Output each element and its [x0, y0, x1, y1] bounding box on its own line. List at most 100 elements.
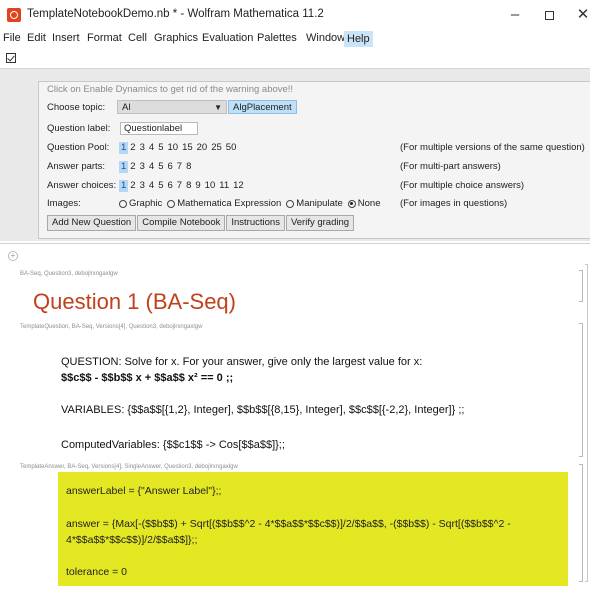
question-pool-options: 1 2 3 4 5 10 15 20 25 50: [119, 142, 238, 154]
checkbox-icon[interactable]: [6, 53, 16, 63]
maximize-button[interactable]: [534, 4, 564, 26]
radio-manipulate[interactable]: Manipulate: [286, 198, 343, 209]
parts-option[interactable]: 6: [165, 161, 174, 173]
menu-format[interactable]: Format: [87, 32, 122, 44]
topic-select[interactable]: Al ▼: [117, 100, 227, 114]
alg-placement-button[interactable]: AlgPlacement: [228, 100, 297, 114]
instructions-button[interactable]: Instructions: [226, 215, 285, 231]
group-bracket[interactable]: [585, 264, 588, 582]
choices-option[interactable]: 7: [175, 180, 184, 192]
answer-cell[interactable]: answerLabel = {"Answer Label"};; answer …: [58, 472, 568, 586]
answer-parts-label: Answer parts:: [47, 161, 106, 172]
choices-option[interactable]: 12: [231, 180, 246, 192]
answer-formula-line-1: answer = {Max[-($$b$$) + Sqrt[($$b$$^2 -…: [66, 518, 511, 530]
choices-option[interactable]: 5: [156, 180, 165, 192]
question-text: QUESTION: Solve for x. For your answer, …: [61, 356, 423, 368]
pool-option[interactable]: 5: [156, 142, 165, 154]
cell-bracket[interactable]: [579, 323, 583, 457]
menu-cell[interactable]: Cell: [128, 32, 147, 44]
parts-option[interactable]: 4: [147, 161, 156, 173]
radio-label: Manipulate: [296, 198, 343, 209]
topic-label: Choose topic:: [47, 102, 106, 113]
tolerance-line: tolerance = 0: [66, 566, 128, 578]
answer-choices-label: Answer choices:: [47, 180, 117, 191]
parts-option[interactable]: 3: [138, 161, 147, 173]
parts-hint: (For multi-part answers): [400, 161, 501, 172]
radio-icon: [167, 199, 176, 208]
window-title: TemplateNotebookDemo.nb * - Wolfram Math…: [27, 8, 324, 20]
choices-option[interactable]: 10: [203, 180, 218, 192]
pool-option[interactable]: 25: [209, 142, 224, 154]
answer-parts-options: 1 2 3 4 5 6 7 8: [119, 161, 193, 173]
parts-option[interactable]: 5: [156, 161, 165, 173]
mathematica-app-icon: [7, 8, 21, 22]
choices-option[interactable]: 9: [193, 180, 202, 192]
answer-formula-line-2: 4*$$a$$*$$c$$)]/2/$$a$$]};;: [66, 534, 198, 546]
radio-graphic[interactable]: Graphic: [119, 198, 162, 209]
radio-selected-icon: [347, 199, 356, 208]
question-label-label: Question label:: [47, 123, 111, 134]
pool-option[interactable]: 10: [165, 142, 180, 154]
parts-option[interactable]: 7: [175, 161, 184, 173]
images-hint: (For images in questions): [400, 198, 508, 209]
menu-bar: File Edit Insert Format Cell Graphics Ev…: [0, 30, 590, 48]
menu-palettes[interactable]: Palettes: [257, 32, 297, 44]
add-new-question-button[interactable]: Add New Question: [47, 215, 137, 231]
variables-line: VARIABLES: {$$a$$[{1,2}, Integer], $$b$$…: [61, 404, 465, 416]
notebook-divider: [0, 243, 590, 244]
minimize-button[interactable]: –: [500, 4, 530, 26]
radio-icon: [119, 199, 127, 208]
question-label-input[interactable]: Questionlabel: [120, 122, 198, 135]
radio-icon: [286, 199, 295, 208]
menu-evaluation[interactable]: Evaluation: [202, 32, 253, 44]
menu-help[interactable]: Help: [344, 31, 373, 47]
window-titlebar: TemplateNotebookDemo.nb * - Wolfram Math…: [0, 0, 590, 30]
pool-option[interactable]: 1: [119, 142, 129, 154]
parts-option[interactable]: 8: [184, 161, 193, 173]
choices-option[interactable]: 2: [128, 180, 137, 192]
radio-label: Mathematica Expression: [177, 198, 282, 209]
radio-none[interactable]: None: [347, 198, 381, 209]
verify-grading-button[interactable]: Verify grading: [285, 215, 355, 231]
parts-option[interactable]: 1: [119, 161, 129, 173]
pool-option[interactable]: 4: [147, 142, 156, 154]
choices-option[interactable]: 3: [138, 180, 147, 192]
chevron-down-icon: ▼: [214, 103, 222, 112]
dynamics-warning: Click on Enable Dynamics to get rid of t…: [47, 84, 294, 95]
cell-bracket[interactable]: [579, 464, 583, 582]
cell-tag-section: BA-Seq, Question3, debojlrxngaxlgw: [20, 271, 118, 277]
pool-option[interactable]: 20: [195, 142, 210, 154]
close-button[interactable]: ✕: [568, 4, 590, 26]
answer-label-line: answerLabel = {"Answer Label"};;: [66, 485, 222, 497]
computed-variables-line: ComputedVariables: {$$c1$$ -> Cos[$$a$$]…: [61, 439, 285, 451]
answer-choices-options: 1 2 3 4 5 6 7 8 9 10 11 12: [119, 180, 246, 192]
parts-option[interactable]: 2: [128, 161, 137, 173]
insert-cell-icon[interactable]: +: [8, 251, 18, 261]
pool-hint: (For multiple versions of the same quest…: [400, 142, 585, 153]
images-radio-group: Graphic Mathematica Expression Manipulat…: [119, 198, 381, 209]
choices-option[interactable]: 1: [119, 180, 129, 192]
control-panel: Click on Enable Dynamics to get rid of t…: [38, 81, 590, 239]
pool-option[interactable]: 15: [180, 142, 195, 154]
menu-window[interactable]: Window: [306, 32, 345, 44]
choices-option[interactable]: 11: [217, 180, 231, 192]
question-equation: $$c$$ - $$b$$ x + $$a$$ x² == 0 ;;: [61, 372, 234, 384]
choices-option[interactable]: 4: [147, 180, 156, 192]
question-pool-label: Question Pool:: [47, 142, 110, 153]
choices-hint: (For multiple choice answers): [400, 180, 525, 191]
pool-option[interactable]: 50: [224, 142, 239, 154]
menu-file[interactable]: File: [3, 32, 21, 44]
choices-option[interactable]: 8: [184, 180, 193, 192]
choices-option[interactable]: 6: [165, 180, 174, 192]
pool-option[interactable]: 3: [138, 142, 147, 154]
maximize-icon: [544, 10, 554, 20]
cell-tag-answer: TemplateAnswer, BA-Seq, Versions[4], Sin…: [20, 464, 238, 470]
pool-option[interactable]: 2: [128, 142, 137, 154]
cell-bracket[interactable]: [579, 270, 583, 302]
radio-mathematica-expression[interactable]: Mathematica Expression: [167, 198, 281, 209]
panel-buttons: Add New Question Compile Notebook Instru…: [47, 215, 355, 231]
menu-graphics[interactable]: Graphics: [154, 32, 198, 44]
compile-notebook-button[interactable]: Compile Notebook: [137, 215, 226, 231]
menu-insert[interactable]: Insert: [52, 32, 80, 44]
menu-edit[interactable]: Edit: [27, 32, 46, 44]
